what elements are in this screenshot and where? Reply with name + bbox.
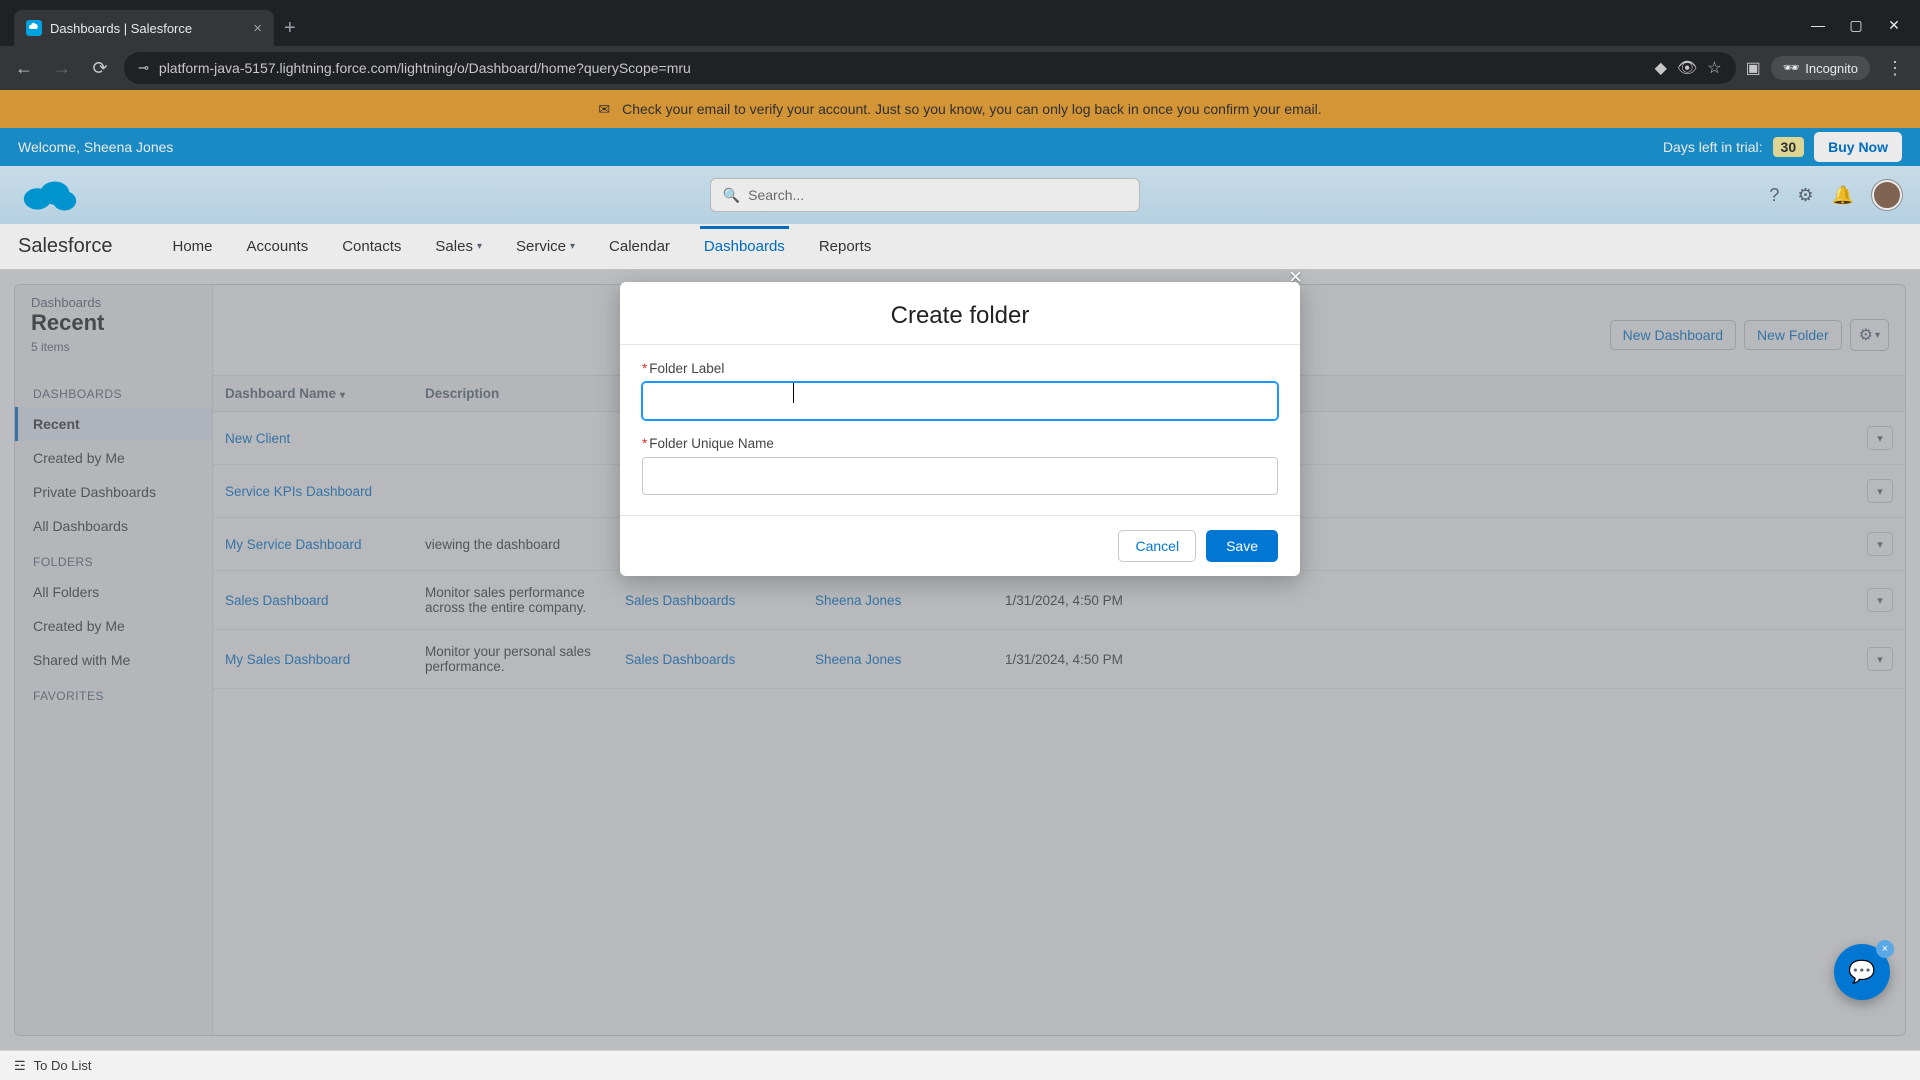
url-text: platform-java-5157.lightning.force.com/l… bbox=[159, 60, 1645, 76]
folder-label-label: *Folder Label bbox=[642, 361, 1278, 376]
site-info-icon[interactable]: ⊸ bbox=[138, 60, 149, 76]
nav-home[interactable]: Home bbox=[169, 226, 217, 267]
todo-list-icon[interactable]: ☲ bbox=[14, 1058, 26, 1074]
new-tab-button[interactable]: + bbox=[274, 17, 306, 46]
incognito-badge: 🕶 Incognito bbox=[1771, 56, 1870, 80]
back-button[interactable]: ← bbox=[10, 58, 38, 79]
nav-calendar[interactable]: Calendar bbox=[605, 226, 674, 267]
mail-icon: ✉ bbox=[598, 101, 610, 118]
setup-gear-icon[interactable]: ⚙ bbox=[1797, 185, 1813, 206]
footer-bar: ☲ To Do List bbox=[0, 1050, 1920, 1080]
window-maximize-icon[interactable]: ▢ bbox=[1848, 17, 1864, 34]
tab-close-icon[interactable]: × bbox=[253, 20, 262, 37]
nav-accounts[interactable]: Accounts bbox=[243, 226, 313, 267]
nav-dashboards[interactable]: Dashboards bbox=[700, 226, 789, 267]
cancel-button[interactable]: Cancel bbox=[1118, 530, 1196, 562]
window-close-icon[interactable]: ✕ bbox=[1886, 17, 1902, 34]
folder-unique-name-label: *Folder Unique Name bbox=[642, 436, 1278, 451]
chevron-down-icon: ▾ bbox=[477, 241, 482, 252]
nav-contacts[interactable]: Contacts bbox=[338, 226, 405, 267]
salesforce-logo[interactable] bbox=[18, 175, 80, 215]
window-minimize-icon[interactable]: — bbox=[1810, 17, 1826, 34]
nav-service[interactable]: Service▾ bbox=[512, 226, 579, 267]
tab-title: Dashboards | Salesforce bbox=[50, 21, 245, 36]
chat-fab[interactable]: 💬 × bbox=[1834, 944, 1890, 1000]
reload-button[interactable]: ⟳ bbox=[86, 58, 114, 79]
app-name: Salesforce bbox=[18, 235, 113, 258]
app-nav: Salesforce Home Accounts Contacts Sales▾… bbox=[0, 224, 1920, 270]
browser-tab[interactable]: Dashboards | Salesforce × bbox=[14, 10, 274, 46]
help-icon[interactable]: ? bbox=[1769, 185, 1779, 206]
chat-fab-close-icon[interactable]: × bbox=[1876, 940, 1894, 958]
global-header: 🔍 Search... ? ⚙ 🔔 bbox=[0, 166, 1920, 224]
buy-now-button[interactable]: Buy Now bbox=[1814, 132, 1902, 162]
welcome-text: Welcome, Sheena Jones bbox=[18, 139, 173, 155]
search-icon: 🔍 bbox=[723, 187, 740, 204]
salesforce-favicon bbox=[26, 20, 42, 36]
forward-button: → bbox=[48, 58, 76, 79]
browser-toolbar: ← → ⟳ ⊸ platform-java-5157.lightning.for… bbox=[0, 46, 1920, 90]
days-left-badge: 30 bbox=[1773, 137, 1805, 157]
chevron-down-icon: ▾ bbox=[570, 241, 575, 252]
browser-menu-icon[interactable]: ⋮ bbox=[1880, 58, 1910, 79]
user-avatar[interactable] bbox=[1872, 180, 1902, 210]
create-folder-modal: × Create folder *Folder Label *Folder Un… bbox=[620, 282, 1300, 576]
eye-off-icon[interactable]: 👁 bbox=[1677, 58, 1697, 78]
verify-email-banner: ✉ Check your email to verify your accoun… bbox=[0, 90, 1920, 128]
extension-icon[interactable]: ◆ bbox=[1655, 58, 1667, 78]
side-panel-icon[interactable]: ▣ bbox=[1746, 58, 1761, 78]
modal-title: Create folder bbox=[620, 282, 1300, 345]
chat-icon: 💬 bbox=[1848, 959, 1875, 985]
folder-unique-name-input[interactable] bbox=[642, 457, 1278, 495]
notification-bell-icon[interactable]: 🔔 bbox=[1832, 185, 1854, 206]
nav-reports[interactable]: Reports bbox=[815, 226, 876, 267]
search-placeholder: Search... bbox=[748, 187, 804, 203]
global-search[interactable]: 🔍 Search... bbox=[710, 178, 1140, 212]
todo-list-link[interactable]: To Do List bbox=[34, 1058, 92, 1073]
incognito-icon: 🕶 bbox=[1783, 60, 1800, 76]
address-bar[interactable]: ⊸ platform-java-5157.lightning.force.com… bbox=[124, 52, 1736, 84]
browser-tab-strip: Dashboards | Salesforce × + — ▢ ✕ bbox=[0, 0, 1920, 46]
trial-bar: Welcome, Sheena Jones Days left in trial… bbox=[0, 128, 1920, 166]
bookmark-star-icon[interactable]: ☆ bbox=[1707, 58, 1721, 78]
folder-label-input[interactable] bbox=[642, 382, 1278, 420]
nav-sales[interactable]: Sales▾ bbox=[431, 226, 486, 267]
save-button[interactable]: Save bbox=[1206, 530, 1278, 562]
modal-close-icon[interactable]: × bbox=[1289, 264, 1302, 290]
